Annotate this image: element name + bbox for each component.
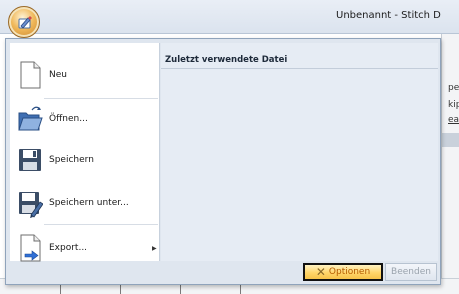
menu-command-list: Neu Öffnen... Speichern Speichern unter.… [10,43,160,262]
ruler-tick [120,285,121,294]
background-panel [441,34,459,278]
application-logo-icon [18,16,32,29]
background-text: pe [448,83,459,93]
background-bar [442,133,459,147]
menu-item-open[interactable]: Öffnen... [10,97,160,141]
menu-item-label: Öffnen... [49,114,88,124]
menu-item-new[interactable]: Neu [10,53,160,97]
recent-files-panel: Zuletzt verwendete Datei [161,43,438,261]
menu-item-label: Speichern [49,155,94,165]
export-icon [20,234,41,262]
ruler-tick [60,285,61,294]
ruler-tick [240,285,241,294]
options-icon: ✕ [315,265,326,279]
window-title: Unbenannt - Stitch D [336,10,441,21]
application-menu: Neu Öffnen... Speichern Speichern unter.… [5,38,441,285]
menu-item-save[interactable]: Speichern [10,138,160,182]
options-button[interactable]: ✕ Optionen [303,263,383,281]
save-disk-icon [19,149,41,171]
options-label: Optionen [328,267,371,277]
new-document-icon [20,61,41,89]
recent-files-header: Zuletzt verwendete Datei [161,43,438,69]
menu-item-save-as[interactable]: Speichern unter... [10,181,160,225]
save-as-icon [19,192,43,218]
open-folder-icon [18,106,43,131]
menu-separator [44,224,158,225]
application-menu-button[interactable] [8,6,40,38]
exit-button[interactable]: Beenden [385,263,437,281]
menu-item-label: Export... [49,243,88,253]
menu-item-label: Neu [49,70,67,80]
menu-item-label: Speichern unter... [49,198,129,208]
menu-footer: ✕ Optionen Beenden [10,262,438,282]
exit-label: Beenden [391,267,431,277]
title-bar: Unbenannt - Stitch D [0,0,459,34]
background-link: ea [448,115,459,125]
ruler-tick [180,285,181,294]
submenu-arrow-icon: ▶ [152,244,157,252]
background-text: kip [448,100,459,110]
